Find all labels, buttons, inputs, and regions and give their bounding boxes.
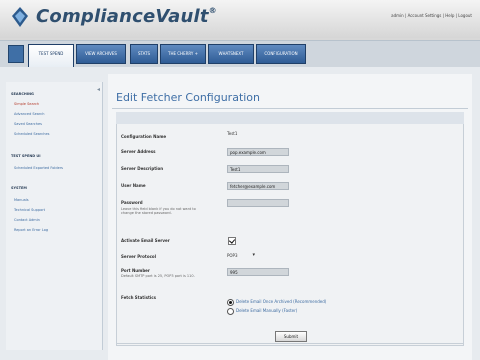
- server-protocol-select[interactable]: POP3 ▾: [227, 252, 255, 259]
- server-address-input[interactable]: pop.example.com: [227, 148, 289, 156]
- submit-button[interactable]: Submit: [275, 331, 307, 342]
- sidebar-item-saved-searches[interactable]: Saved Searches: [14, 122, 42, 126]
- server-protocol-label: Server Protocol: [121, 254, 157, 259]
- server-protocol-value: POP3: [227, 253, 238, 258]
- user-name-input[interactable]: fetcher@example.com: [227, 182, 289, 190]
- activate-email-server-label: Activate Email Server: [121, 238, 170, 243]
- sidebar-section-title: TEST SPEND UI: [11, 154, 41, 158]
- sidebar-item-advanced-search[interactable]: Advanced Search: [14, 112, 44, 116]
- password-input[interactable]: [227, 199, 289, 207]
- app-window: ComplianceVault® admin | Account Setting…: [0, 0, 480, 360]
- delete-manually-radio[interactable]: [227, 308, 234, 315]
- port-number-input[interactable]: 995: [227, 268, 289, 276]
- tab-the-cherry[interactable]: THE CHERRY +: [160, 44, 206, 64]
- chevron-down-icon: ▾: [252, 252, 255, 258]
- tab-test-spend[interactable]: TEST SPEND: [28, 44, 74, 67]
- tab-configuration[interactable]: CONFIGURATION: [256, 44, 306, 64]
- delete-manually-label[interactable]: Delete Email Manually (Faster): [236, 308, 297, 313]
- activate-email-server-checkbox[interactable]: [228, 237, 236, 245]
- header: ComplianceVault® admin | Account Setting…: [0, 0, 480, 38]
- logo: ComplianceVault®: [36, 6, 217, 27]
- configuration-name-value: Test1: [227, 131, 238, 136]
- sidebar-item-simple-search[interactable]: Simple Search: [14, 102, 39, 106]
- sidebar-section-title: SEARCHING: [11, 92, 34, 96]
- delete-once-archived-label[interactable]: Delete Email Once Archived (Recommended): [236, 299, 326, 304]
- delete-once-archived-radio[interactable]: [227, 299, 234, 306]
- sidebar-item-contact-admin[interactable]: Contact Admin: [14, 218, 40, 222]
- user-links[interactable]: admin | Account Settings | Help | Logout: [391, 13, 472, 18]
- tab-view-archives[interactable]: VIEW ARCHIVES: [76, 44, 126, 64]
- server-description-label: Server Description: [121, 166, 164, 171]
- password-label: Password: [121, 200, 143, 205]
- sidebar-section-title: SYSTEM: [11, 186, 27, 190]
- page-title: Edit Fetcher Configuration: [116, 91, 261, 104]
- port-number-label: Port Number: [121, 268, 150, 273]
- sidebar-item-report-error-log[interactable]: Report an Error Log: [14, 228, 48, 232]
- sidebar-item-scheduled-exported-folders[interactable]: Scheduled Exported Folders: [14, 166, 63, 170]
- sidebar-item-technical-support[interactable]: Technical Support: [14, 208, 45, 212]
- password-help-text: Leave this field blank if you do not wan…: [121, 207, 196, 215]
- form-footer-divider: [116, 343, 464, 344]
- user-name-label: User Name: [121, 183, 146, 188]
- divider: [112, 108, 468, 109]
- server-address-label: Server Address: [121, 149, 156, 154]
- fetch-statistics-label: Fetch Statistics: [121, 295, 156, 300]
- main-navigation: TEST SPEND VIEW ARCHIVES STATS THE CHERR…: [0, 40, 480, 67]
- logo-mark-icon: [12, 7, 28, 27]
- configuration-name-label: Configuration Name: [121, 134, 167, 139]
- tab-whatsnext[interactable]: WHATSNEXT: [208, 44, 254, 64]
- form-header-bar: [116, 112, 464, 124]
- port-number-help-text: Default SMTP port is 25, POP3 port is 11…: [121, 274, 195, 278]
- home-icon[interactable]: [8, 45, 24, 63]
- sidebar: SEARCHING Simple Search Advanced Search …: [6, 82, 103, 350]
- sidebar-item-manuals[interactable]: Manuals: [14, 198, 29, 202]
- sidebar-collapse-icon[interactable]: ◂: [97, 86, 100, 93]
- sidebar-item-scheduled-searches[interactable]: Scheduled Searches: [14, 132, 49, 136]
- server-description-input[interactable]: Test1: [227, 165, 289, 173]
- tab-stats[interactable]: STATS: [130, 44, 158, 64]
